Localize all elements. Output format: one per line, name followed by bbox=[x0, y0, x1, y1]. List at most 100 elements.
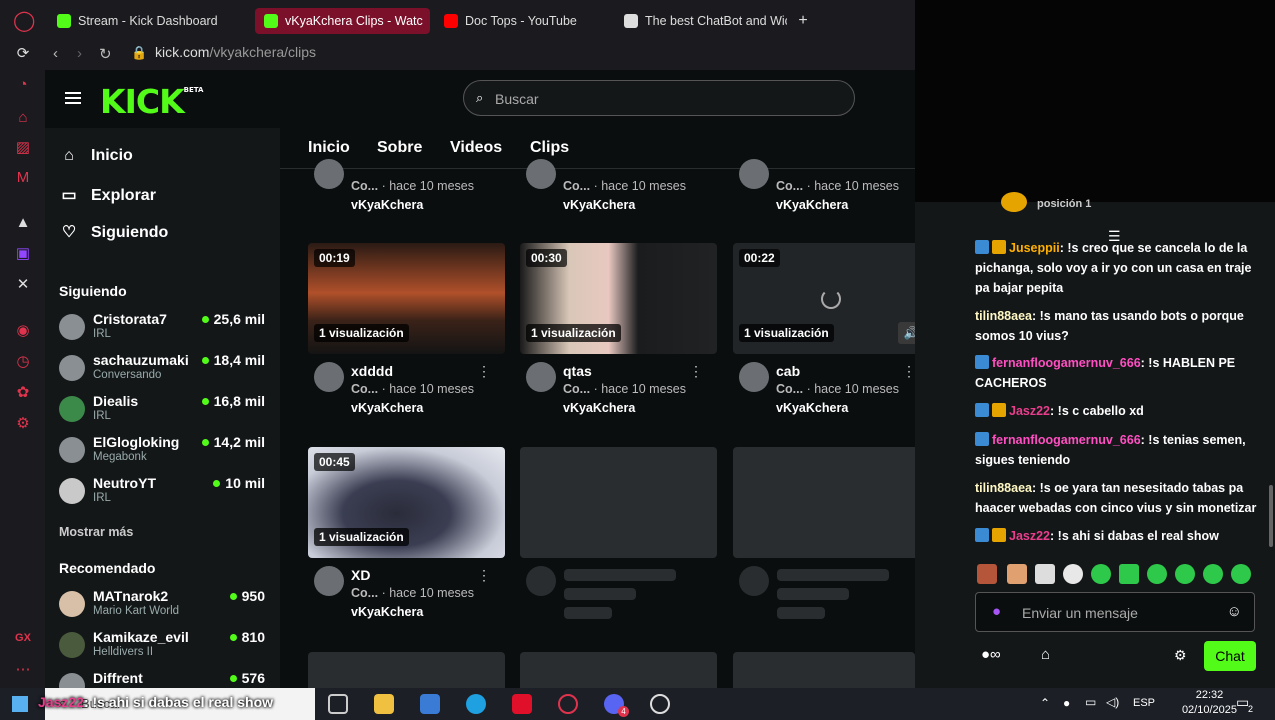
messenger-icon[interactable]: M bbox=[13, 168, 33, 188]
edge-icon[interactable] bbox=[466, 694, 486, 714]
forward-icon[interactable]: › bbox=[77, 45, 82, 62]
clip-thumbnail[interactable]: 00:45 1 visualización bbox=[308, 447, 505, 558]
emote-icon[interactable] bbox=[1175, 564, 1195, 584]
more-options-icon[interactable]: ⋮ bbox=[902, 363, 915, 380]
tab-videos[interactable]: Videos bbox=[450, 139, 502, 157]
twitch-icon[interactable]: ▣ bbox=[13, 244, 33, 264]
send-chat-button[interactable]: Chat bbox=[1204, 641, 1256, 671]
history-icon[interactable]: ◷ bbox=[13, 352, 33, 372]
language-indicator[interactable]: ESP bbox=[1133, 697, 1155, 709]
wps-office-icon[interactable] bbox=[512, 694, 532, 714]
emoji-icon[interactable]: ☺ bbox=[1227, 603, 1242, 620]
workspace-icon[interactable]: ⌂ bbox=[13, 108, 33, 128]
vpn-icon[interactable]: ▲ bbox=[13, 213, 33, 233]
volume-icon[interactable]: 🔊 bbox=[898, 322, 915, 344]
more-options-icon[interactable]: ⋮ bbox=[689, 363, 703, 380]
emote-icon[interactable] bbox=[1119, 564, 1139, 584]
kick-logo[interactable]: KICKBETA bbox=[100, 82, 203, 121]
chat-settings-icon[interactable]: ⚙ bbox=[1174, 647, 1187, 664]
microphone-icon[interactable]: ● bbox=[992, 603, 1001, 620]
aria-icon[interactable]: ◔ bbox=[13, 75, 33, 95]
clip-card[interactable]: 00:30 1 visualización qtas ⋮ Co... · hac… bbox=[520, 243, 717, 415]
emote-icon[interactable] bbox=[1231, 564, 1251, 584]
clip-title[interactable]: XD bbox=[351, 567, 370, 583]
search-input[interactable]: ⌕ Buscar bbox=[463, 80, 855, 116]
clip-title[interactable]: cab bbox=[776, 363, 800, 379]
clip-title[interactable]: qtas bbox=[563, 363, 592, 379]
emote-icon[interactable] bbox=[1063, 564, 1083, 584]
player-icon[interactable]: ◉ bbox=[13, 321, 33, 341]
recommended-channel[interactable]: Diffrent 576 bbox=[59, 670, 269, 688]
emote-icon[interactable] bbox=[1007, 564, 1027, 584]
tab-kick-dashboard[interactable]: Stream - Kick Dashboard bbox=[48, 8, 248, 34]
menu-toggle-icon[interactable] bbox=[65, 92, 81, 104]
more-options-icon[interactable]: ⋮ bbox=[477, 567, 491, 584]
more-options-icon[interactable]: ⋯ bbox=[13, 660, 33, 680]
clip-thumbnail[interactable]: 00:30 1 visualización bbox=[520, 243, 717, 354]
tab-chatbot[interactable]: The best ChatBot and Wic bbox=[615, 8, 787, 34]
new-tab-button[interactable]: + bbox=[790, 8, 816, 34]
opera-logo-icon[interactable]: ◯ bbox=[13, 11, 35, 31]
back-icon[interactable]: ‹ bbox=[53, 45, 58, 62]
clip-thumbnail[interactable]: 00:22 1 visualización 🔊 bbox=[733, 243, 915, 354]
following-channel[interactable]: NeutroYT IRL 10 mil bbox=[59, 475, 269, 513]
following-channel[interactable]: sachauzumaki Conversando 18,4 mil bbox=[59, 352, 269, 390]
nav-inicio[interactable]: ⌂ Inicio bbox=[59, 147, 133, 165]
taskbar-clock[interactable]: 22:32 02/10/2025 bbox=[1182, 688, 1237, 718]
windows-start-icon[interactable] bbox=[12, 696, 28, 712]
show-more-link[interactable]: Mostrar más bbox=[59, 525, 133, 539]
recommended-channel[interactable]: Kamikaze_evil Helldivers II 810 bbox=[59, 629, 269, 667]
loading-placeholder bbox=[308, 652, 505, 688]
crypto-wallet-icon[interactable]: ▨ bbox=[13, 138, 33, 158]
clip-channel[interactable]: vKyaKchera bbox=[776, 401, 848, 415]
obs-icon[interactable] bbox=[650, 694, 670, 714]
more-options-icon[interactable]: ⋮ bbox=[477, 363, 491, 380]
tab-vkyakchera-clips[interactable]: vKyaKchera Clips - Watc bbox=[255, 8, 430, 34]
clip-channel[interactable]: vKyaKchera bbox=[563, 401, 635, 415]
emote-icon[interactable] bbox=[1147, 564, 1167, 584]
opera-gx-icon[interactable] bbox=[558, 694, 578, 714]
following-channel[interactable]: Cristorata7 IRL 25,6 mil bbox=[59, 311, 269, 349]
file-explorer-icon[interactable] bbox=[374, 694, 394, 714]
clip-title[interactable]: xdddd bbox=[351, 363, 393, 379]
store-icon[interactable]: ⌂ bbox=[1041, 646, 1050, 663]
settings-icon[interactable]: ⚙ bbox=[13, 414, 33, 434]
extensions-icon[interactable]: ✿ bbox=[13, 383, 33, 403]
clip-channel[interactable]: vKyaKchera bbox=[351, 401, 423, 415]
volume-icon[interactable]: ◁) bbox=[1106, 695, 1119, 709]
clip-card[interactable]: 00:19 1 visualización xdddd ⋮ Co... · ha… bbox=[308, 243, 505, 415]
url-field[interactable]: kick.com/vkyakchera/clips bbox=[155, 44, 316, 60]
emote-icon[interactable] bbox=[977, 564, 997, 584]
clip-card[interactable]: 00:45 1 visualización XD ⋮ Co... · hace … bbox=[308, 447, 505, 619]
clip-channel[interactable]: vKyaKchera bbox=[351, 605, 423, 619]
sync-icon[interactable]: ⟳ bbox=[13, 44, 33, 64]
points-icon[interactable]: ●∞ bbox=[981, 646, 1001, 663]
microphone-icon[interactable]: ● bbox=[1063, 696, 1070, 710]
recommended-channel[interactable]: MATnarok2 Mario Kart World 950 bbox=[59, 588, 269, 626]
following-channel[interactable]: ElGlogloking Megabonk 14,2 mil bbox=[59, 434, 269, 472]
x-twitter-icon[interactable]: ✕ bbox=[13, 275, 33, 295]
clip-channel[interactable]: vKyaKchera bbox=[563, 198, 635, 212]
nav-siguiendo[interactable]: ♡ Siguiendo bbox=[59, 222, 169, 242]
network-icon[interactable]: ▭ bbox=[1085, 695, 1096, 709]
emote-icon[interactable] bbox=[1035, 564, 1055, 584]
tab-clips[interactable]: Clips bbox=[530, 139, 569, 157]
tab-sobre[interactable]: Sobre bbox=[377, 139, 422, 157]
clip-card[interactable]: 00:22 1 visualización 🔊 cab ⋮ Co... · ha… bbox=[733, 243, 915, 415]
task-view-icon[interactable] bbox=[328, 694, 348, 714]
nav-explorar[interactable]: ▭ Explorar bbox=[59, 185, 155, 205]
tray-chevron-icon[interactable]: ⌃ bbox=[1040, 696, 1050, 710]
gx-corner-icon[interactable]: GX bbox=[13, 628, 33, 648]
emote-icon[interactable] bbox=[1203, 564, 1223, 584]
clip-channel[interactable]: vKyaKchera bbox=[776, 198, 848, 212]
chat-scrollbar[interactable] bbox=[1269, 485, 1273, 547]
store-icon[interactable] bbox=[420, 694, 440, 714]
reload-icon[interactable]: ↻ bbox=[99, 45, 112, 63]
clip-channel[interactable]: vKyaKchera bbox=[351, 198, 423, 212]
tab-youtube[interactable]: Doc Tops - YouTube bbox=[435, 8, 610, 34]
chat-message-input[interactable]: ● Enviar un mensaje ☺ bbox=[975, 592, 1255, 632]
emote-icon[interactable] bbox=[1091, 564, 1111, 584]
following-channel[interactable]: Diealis IRL 16,8 mil bbox=[59, 393, 269, 431]
clip-thumbnail[interactable]: 00:19 1 visualización bbox=[308, 243, 505, 354]
tab-inicio[interactable]: Inicio bbox=[308, 139, 350, 157]
